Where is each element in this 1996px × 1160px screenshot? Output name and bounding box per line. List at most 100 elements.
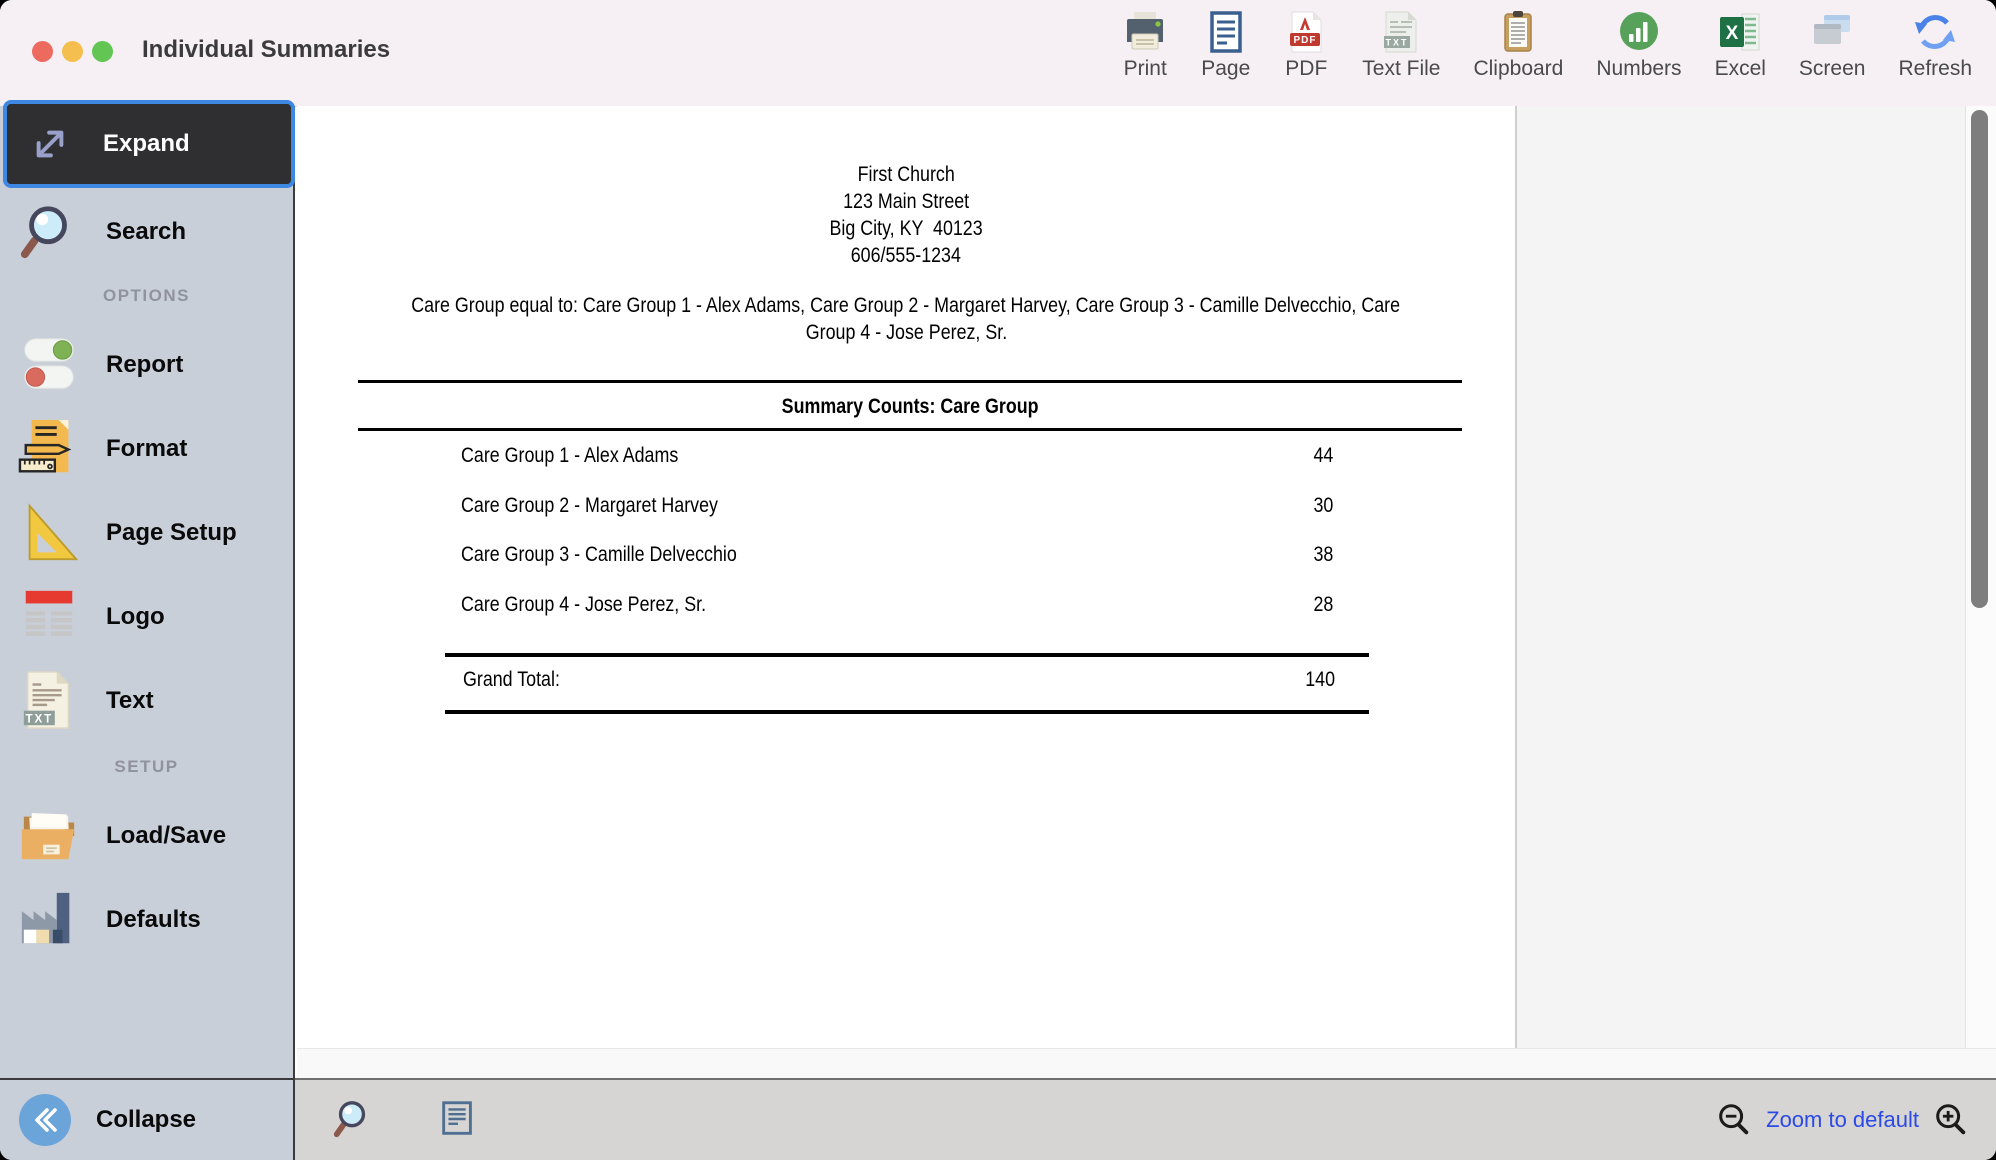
vertical-scrollbar[interactable] xyxy=(1965,106,1996,1048)
zoom-to-default-link[interactable]: Zoom to default xyxy=(1766,1107,1919,1133)
church-address2: Big City, KY 40123 xyxy=(829,215,982,242)
grand-total-top-rule xyxy=(445,653,1369,657)
grand-total-bottom-rule xyxy=(445,710,1369,714)
table-row: Care Group 1 - Alex Adams 44 xyxy=(358,444,1462,470)
sidebar-item-logo[interactable]: Logo xyxy=(0,581,293,653)
row-label: Care Group 1 - Alex Adams xyxy=(461,444,678,468)
sidebar-item-label: Collapse xyxy=(96,1106,196,1134)
refresh-icon xyxy=(1912,9,1958,55)
pdf-icon-text: PDF xyxy=(1294,35,1317,46)
row-value: 28 xyxy=(1313,593,1333,617)
sidebar-item-collapse[interactable]: Collapse xyxy=(0,1078,295,1160)
close-button[interactable] xyxy=(32,41,53,62)
table-top-rule xyxy=(358,380,1462,383)
logo-placeholder-icon xyxy=(16,586,82,648)
sidebar-item-label: Format xyxy=(106,435,187,463)
sidebar-item-label: Logo xyxy=(106,603,165,631)
toolbar-clipboard-label: Clipboard xyxy=(1473,57,1563,81)
scrollbar-thumb[interactable] xyxy=(1971,110,1988,608)
collapse-icon xyxy=(18,1093,72,1147)
expand-arrows-icon xyxy=(17,116,83,172)
toolbar-refresh-label: Refresh xyxy=(1898,57,1972,81)
table-row: Care Group 2 - Margaret Harvey 30 xyxy=(358,494,1462,520)
sidebar-item-format[interactable]: Format xyxy=(0,413,293,485)
triangle-ruler-icon xyxy=(16,502,82,564)
factory-icon xyxy=(16,889,82,951)
report-criteria: Care Group equal to: Care Group 1 - Alex… xyxy=(297,292,1515,346)
row-label: Care Group 4 - Jose Perez, Sr. xyxy=(461,593,706,617)
grand-total-row: Grand Total: 140 xyxy=(445,668,1369,694)
app-window: Individual Summaries Print xyxy=(0,0,1996,1160)
window-title: Individual Summaries xyxy=(142,36,390,64)
report-preview-page: First Church 123 Main Street Big City, K… xyxy=(297,106,1515,1048)
sidebar-item-label: Expand xyxy=(103,130,190,158)
format-document-icon xyxy=(16,418,82,480)
report-church-header: First Church 123 Main Street Big City, K… xyxy=(297,161,1515,269)
pdf-icon: PDF xyxy=(1283,9,1329,55)
excel-icon-text: X xyxy=(1726,23,1739,44)
preview-background-panel xyxy=(1517,106,1965,1048)
sidebar-item-page-setup[interactable]: Page Setup xyxy=(0,497,293,569)
church-name: First Church xyxy=(857,161,954,188)
document-view-icon[interactable] xyxy=(437,1098,479,1140)
zoom-in-icon[interactable] xyxy=(1932,1101,1970,1139)
toolbar-page-label: Page xyxy=(1201,57,1250,81)
sidebar-item-label: Load/Save xyxy=(106,822,226,850)
criteria-line-2: Group 4 - Jose Perez, Sr. xyxy=(805,319,1006,346)
clipboard-icon xyxy=(1495,9,1541,55)
sidebar-item-label: Search xyxy=(106,218,186,246)
grand-total-value: 140 xyxy=(1305,668,1335,692)
toolbar-clipboard-button[interactable]: Clipboard xyxy=(1473,9,1563,81)
sidebar-item-label: Report xyxy=(106,351,183,379)
table-header-rule xyxy=(358,428,1462,431)
sidebar-item-label: Text xyxy=(106,687,154,715)
folder-icon xyxy=(16,805,82,867)
toolbar-numbers-button[interactable]: Numbers xyxy=(1596,9,1681,81)
sidebar-item-search[interactable]: Search xyxy=(0,196,293,268)
table-title-text: Summary Counts: Care Group xyxy=(782,395,1039,419)
sidebar-item-defaults[interactable]: Defaults xyxy=(0,884,293,956)
print-icon xyxy=(1122,9,1168,55)
church-address1: 123 Main Street xyxy=(843,188,969,215)
zoom-out-icon[interactable] xyxy=(1715,1101,1753,1139)
sidebar-section-options: OPTIONS xyxy=(0,286,293,306)
row-value: 38 xyxy=(1313,543,1333,567)
toolbar-screen-button[interactable]: Screen xyxy=(1799,9,1866,81)
minimize-button[interactable] xyxy=(62,41,83,62)
table-row: Care Group 3 - Camille Delvecchio 38 xyxy=(358,543,1462,569)
magnifier-tool-icon[interactable] xyxy=(331,1098,373,1140)
page-icon xyxy=(1203,9,1249,55)
toolbar: Print Page PDF xyxy=(1122,9,1972,81)
status-bar: Zoom to default xyxy=(295,1078,1996,1160)
toolbar-refresh-button[interactable]: Refresh xyxy=(1898,9,1972,81)
row-label: Care Group 2 - Margaret Harvey xyxy=(461,494,718,518)
toolbar-numbers-label: Numbers xyxy=(1596,57,1681,81)
toolbar-excel-button[interactable]: X Excel xyxy=(1715,9,1766,81)
text-file-icon: TXT xyxy=(1378,9,1424,55)
toolbar-page-button[interactable]: Page xyxy=(1201,9,1250,81)
toolbar-text-file-label: Text File xyxy=(1362,57,1440,81)
sidebar-item-expand[interactable]: Expand xyxy=(3,100,295,188)
bottom-bar: Collapse Zoom to def xyxy=(0,1078,1996,1160)
sidebar-item-report[interactable]: Report xyxy=(0,329,293,401)
toolbar-print-button[interactable]: Print xyxy=(1122,9,1168,81)
toolbar-text-file-button[interactable]: TXT Text File xyxy=(1362,9,1440,81)
sidebar-item-label: Page Setup xyxy=(106,519,237,547)
sidebar-section-setup: SETUP xyxy=(0,757,293,777)
table-title: Summary Counts: Care Group xyxy=(358,395,1462,419)
screen-icon xyxy=(1809,9,1855,55)
criteria-line-1: Care Group equal to: Care Group 1 - Alex… xyxy=(412,292,1401,319)
toolbar-excel-label: Excel xyxy=(1715,57,1766,81)
zoom-window-button[interactable] xyxy=(92,41,113,62)
titlebar: Individual Summaries Print xyxy=(0,0,1996,107)
preview-bottom-strip xyxy=(297,1048,1996,1079)
txt-document-icon: TXT xyxy=(16,670,82,732)
toolbar-pdf-button[interactable]: PDF PDF xyxy=(1283,9,1329,81)
grand-total-label: Grand Total: xyxy=(463,668,560,692)
sidebar-item-load-save[interactable]: Load/Save xyxy=(0,800,293,872)
toolbar-screen-label: Screen xyxy=(1799,57,1866,81)
church-phone: 606/555-1234 xyxy=(851,242,961,269)
sidebar-item-text[interactable]: TXT Text xyxy=(0,665,293,737)
excel-icon: X xyxy=(1717,9,1763,55)
txt-icon-text: TXT xyxy=(1386,38,1409,48)
